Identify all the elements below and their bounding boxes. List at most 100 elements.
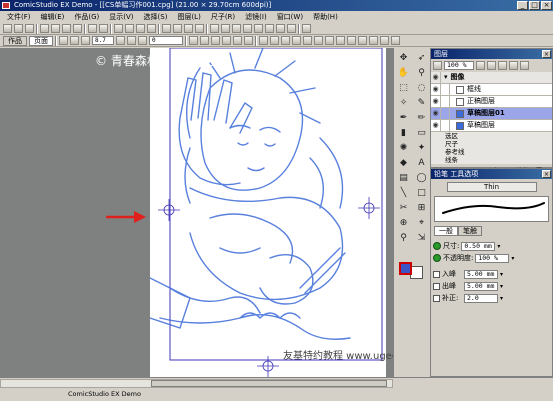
redo-icon[interactable]	[99, 24, 108, 33]
balloon-icon[interactable]	[380, 36, 389, 45]
shape-tool-icon[interactable]: □	[414, 186, 429, 199]
new-layer-icon[interactable]	[487, 61, 496, 70]
layer-opacity-field[interactable]: 100 %	[444, 61, 474, 70]
eyedropper-tool-icon[interactable]: ⌖	[414, 216, 429, 229]
navigator-icon[interactable]	[232, 24, 241, 33]
visibility-eye-icon[interactable]: ◉	[431, 96, 441, 107]
cut-icon[interactable]	[51, 24, 60, 33]
rotate-left-icon[interactable]	[70, 36, 79, 45]
stroke-in-checkbox[interactable]	[433, 270, 440, 278]
layer-down-icon[interactable]	[520, 61, 529, 70]
visibility-eye-icon[interactable]: ◉	[431, 108, 441, 119]
lock-icon[interactable]	[441, 84, 450, 95]
history-icon[interactable]	[254, 24, 263, 33]
properties-icon[interactable]	[243, 24, 252, 33]
snap-line-icon[interactable]	[233, 36, 242, 45]
group-selection[interactable]: 选区	[445, 132, 552, 140]
zoom-in-icon[interactable]	[114, 24, 123, 33]
layer-row[interactable]: ◉ 正稿图层	[431, 96, 552, 108]
menu-edit[interactable]: 编辑(E)	[36, 12, 70, 22]
lock-icon[interactable]	[441, 96, 450, 107]
ellipse-tool-icon[interactable]: ◯	[414, 171, 429, 184]
snap-frame-icon[interactable]	[244, 36, 253, 45]
copy-icon[interactable]	[62, 24, 71, 33]
actual-size-icon[interactable]	[147, 24, 156, 33]
menu-layer[interactable]: 图层(L)	[172, 12, 205, 22]
undo-icon[interactable]	[88, 24, 97, 33]
fit-icon[interactable]	[136, 24, 145, 33]
help-icon[interactable]	[302, 24, 311, 33]
hand-tool-icon[interactable]: ✋	[396, 66, 411, 79]
menu-help[interactable]: 帮助(H)	[308, 12, 343, 22]
material-icon[interactable]	[287, 24, 296, 33]
layer-settings-icon[interactable]	[476, 61, 485, 70]
menu-window[interactable]: 窗口(W)	[272, 12, 308, 22]
horizontal-scrollbar[interactable]	[0, 379, 393, 388]
stroke-in-field[interactable]: 5.00 mm	[464, 269, 498, 279]
frame-tool-icon[interactable]: ⊞	[414, 201, 429, 214]
text-tool-icon[interactable]: A	[414, 156, 429, 169]
print-icon[interactable]	[40, 24, 49, 33]
zoom-tool-icon[interactable]: ⚲	[414, 66, 429, 79]
fill-tool-icon[interactable]: ◆	[396, 156, 411, 169]
menu-select[interactable]: 选择(S)	[139, 12, 173, 22]
menu-file[interactable]: 文件(F)	[2, 12, 36, 22]
zoom-input[interactable]: 0	[149, 36, 183, 45]
snap-guide-icon[interactable]	[211, 36, 220, 45]
opacity-pressure-icon[interactable]	[433, 254, 441, 262]
visibility-eye-icon[interactable]: ◉	[431, 72, 441, 83]
ruler-tool-icon[interactable]: ⊕	[396, 216, 411, 229]
rotate-reset-icon[interactable]	[116, 36, 125, 45]
correction-checkbox[interactable]	[433, 294, 440, 302]
rotation-input[interactable]: 8.7	[92, 36, 114, 45]
layer-folder-image[interactable]: ◉ ▾ 图像	[431, 72, 552, 84]
stroke-out-field[interactable]: 5.00 mm	[464, 281, 498, 291]
move-tool-icon[interactable]: ✥	[396, 51, 411, 64]
snap-perspective-icon[interactable]	[222, 36, 231, 45]
airbrush-tool-icon[interactable]: ✺	[396, 141, 411, 154]
layer-row-selected[interactable]: ◉ 草稿图层01	[431, 108, 552, 120]
new-file-icon[interactable]	[3, 24, 12, 33]
layer-palette-icon[interactable]	[210, 24, 219, 33]
foreground-color-swatch[interactable]	[399, 262, 412, 275]
select-pen-icon[interactable]: ✎	[414, 96, 429, 109]
maximize-button[interactable]: □	[529, 1, 540, 10]
close-button[interactable]: ×	[541, 1, 552, 10]
opacity-field[interactable]: 100 %	[475, 253, 510, 263]
pen-tool-icon[interactable]: ✒	[396, 111, 411, 124]
tab-page[interactable]: 页面	[29, 35, 53, 46]
ruler-icon[interactable]	[173, 24, 182, 33]
open-file-icon[interactable]	[14, 24, 23, 33]
group-line[interactable]: 线条	[445, 156, 552, 164]
minimize-button[interactable]: _	[517, 1, 528, 10]
save-icon[interactable]	[25, 24, 34, 33]
snap-grid-icon[interactable]	[189, 36, 198, 45]
object-select-icon[interactable]: ➶	[414, 51, 429, 64]
pencil-tool-icon[interactable]: ✏	[414, 111, 429, 124]
lock-icon[interactable]	[441, 120, 450, 131]
layer-row[interactable]: ◉ 草稿图层	[431, 120, 552, 132]
menu-filter[interactable]: 滤镜(I)	[240, 12, 272, 22]
pattern-brush-icon[interactable]: ✦	[414, 141, 429, 154]
text-tool-icon[interactable]	[369, 36, 378, 45]
gradient-tool-icon[interactable]: ▤	[396, 171, 411, 184]
magic-wand-icon[interactable]: ✧	[396, 96, 411, 109]
rotate-right-icon[interactable]	[81, 36, 90, 45]
dotted-line-icon[interactable]	[336, 36, 345, 45]
size-pressure-icon[interactable]	[433, 242, 441, 250]
marquee-tool-icon[interactable]: ⬚	[396, 81, 411, 94]
menu-story[interactable]: 作品(G)	[69, 12, 104, 22]
visibility-eye-icon[interactable]: ◉	[431, 120, 441, 131]
transform-tool-icon[interactable]: ⇲	[414, 231, 429, 244]
zoom-out-icon[interactable]	[125, 24, 134, 33]
tab-general[interactable]: 一般	[434, 226, 458, 236]
view-mode-icon[interactable]	[59, 36, 68, 45]
menu-view[interactable]: 显示(V)	[104, 12, 138, 22]
visibility-eye-icon[interactable]: ◉	[431, 84, 441, 95]
snap-icon[interactable]	[184, 24, 193, 33]
size-field[interactable]: 0.50 mm	[461, 241, 496, 251]
layers-close-button[interactable]: ×	[542, 50, 551, 58]
paper-page[interactable]	[149, 48, 386, 377]
grid-icon[interactable]	[162, 24, 171, 33]
canvas-workspace[interactable]: © 青春森林 · 友基科技 友基特约教程 www.ugee.com.cn	[0, 48, 393, 377]
